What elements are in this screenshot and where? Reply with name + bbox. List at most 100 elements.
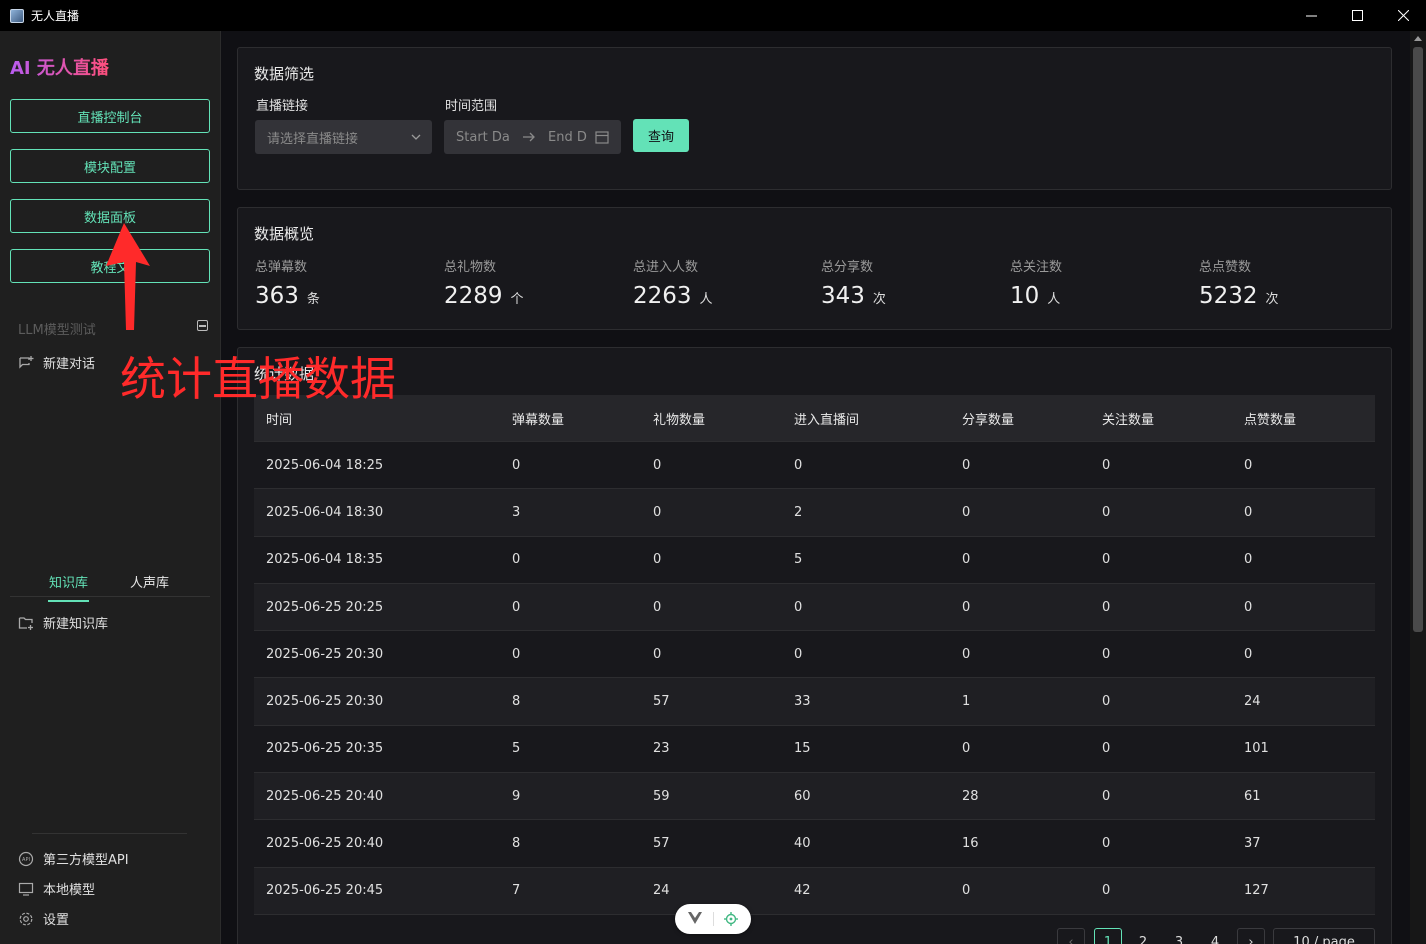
annotation-arrow bbox=[106, 223, 150, 330]
table-cell: 24 bbox=[1244, 694, 1261, 710]
page-button[interactable]: 4 bbox=[1201, 928, 1229, 944]
table-cell: 40 bbox=[794, 836, 811, 852]
live-link-select[interactable]: 请选择直播链接 bbox=[255, 120, 432, 154]
table-cell: 0 bbox=[1102, 741, 1111, 757]
tab-voice-library[interactable]: 人声库 bbox=[130, 572, 169, 591]
llm-section-title: LLM模型测试 bbox=[18, 323, 96, 338]
table-cell: 15 bbox=[794, 741, 811, 757]
table-row: 2025-06-25 20:30 0 0 0 0 0 0 bbox=[254, 631, 1375, 679]
column-header[interactable]: 时间 bbox=[266, 409, 292, 428]
table-cell: 0 bbox=[962, 741, 971, 757]
minimize-icon bbox=[1305, 15, 1317, 17]
table-cell: 0 bbox=[653, 457, 662, 473]
table-cell: 0 bbox=[962, 883, 971, 899]
sidebar-divider bbox=[32, 833, 187, 834]
stats-table-card: 统计数据 时间 弹幕数量 礼物数量 进入直播间 分享数量 关注数量 点赞数量 2… bbox=[237, 347, 1392, 944]
prev-page-button[interactable]: ‹ bbox=[1057, 928, 1085, 944]
annotation-text: 统计直播数据 bbox=[120, 352, 396, 406]
third-party-api-item[interactable]: API 第三方模型API bbox=[18, 849, 129, 868]
stat-value: 5232 bbox=[1199, 283, 1258, 309]
collapse-icon[interactable] bbox=[197, 320, 208, 331]
next-page-button[interactable]: › bbox=[1237, 928, 1265, 944]
devtools-divider bbox=[713, 912, 714, 926]
table-cell: 0 bbox=[1102, 457, 1111, 473]
close-button[interactable] bbox=[1380, 0, 1426, 31]
arrow-right-icon bbox=[523, 132, 535, 142]
app-icon bbox=[10, 8, 24, 23]
table-cell: 0 bbox=[512, 646, 521, 662]
column-header[interactable]: 关注数量 bbox=[1102, 409, 1154, 428]
table-cell: 0 bbox=[962, 552, 971, 568]
stats-table: 时间 弹幕数量 礼物数量 进入直播间 分享数量 关注数量 点赞数量 2025-0… bbox=[254, 395, 1375, 915]
brand-title: AI 无人直播 bbox=[10, 54, 109, 80]
table-cell: 0 bbox=[1102, 694, 1111, 710]
table-row: 2025-06-25 20:30 8 57 33 1 0 24 bbox=[254, 678, 1375, 726]
table-cell: 2025-06-04 18:25 bbox=[266, 457, 384, 473]
column-header[interactable]: 礼物数量 bbox=[653, 409, 705, 428]
nav-live-console-button[interactable]: 直播控制台 bbox=[10, 99, 210, 133]
third-party-api-label: 第三方模型API bbox=[43, 853, 129, 868]
start-date-input[interactable]: Start Da bbox=[456, 130, 510, 145]
stat-unit: 条 bbox=[306, 292, 320, 307]
close-icon bbox=[1397, 10, 1409, 21]
devtools-toggle[interactable] bbox=[675, 904, 751, 934]
page-button[interactable]: 1 bbox=[1094, 928, 1122, 944]
table-cell: 0 bbox=[653, 552, 662, 568]
page-size-select[interactable]: 10 / page bbox=[1273, 928, 1375, 944]
local-model-item[interactable]: 本地模型 bbox=[18, 879, 95, 898]
title-bar: 无人直播 bbox=[0, 0, 1426, 31]
time-range-label: 时间范围 bbox=[445, 99, 498, 114]
table-cell: 0 bbox=[1244, 552, 1253, 568]
table-cell: 0 bbox=[1244, 457, 1253, 473]
stat-follows: 总关注数 10 人 bbox=[1010, 256, 1062, 309]
table-row: 2025-06-25 20:35 5 23 15 0 0 101 bbox=[254, 725, 1375, 774]
maximize-button[interactable] bbox=[1334, 0, 1380, 31]
table-cell: 0 bbox=[1102, 504, 1111, 520]
stat-label: 总弹幕数 bbox=[255, 260, 308, 275]
filter-title: 数据筛选 bbox=[254, 65, 315, 83]
query-button[interactable]: 查询 bbox=[633, 119, 689, 152]
table-cell: 37 bbox=[1244, 836, 1261, 852]
table-cell: 101 bbox=[1244, 741, 1269, 757]
scroll-up-icon[interactable] bbox=[1414, 36, 1422, 41]
new-knowledge-base-button[interactable]: 新建知识库 bbox=[18, 613, 108, 632]
column-header[interactable]: 进入直播间 bbox=[794, 409, 859, 428]
new-chat-button[interactable]: 新建对话 bbox=[18, 353, 95, 372]
sidebar: AI 无人直播 直播控制台 模块配置 数据面板 教程文 LLM模型测试 新建对话… bbox=[0, 31, 221, 944]
table-cell: 127 bbox=[1244, 883, 1269, 899]
overview-card: 数据概览 总弹幕数 363 条 总礼物数 2289 个 总进入人数 2263 人 总分… bbox=[237, 207, 1392, 330]
chevron-down-icon bbox=[411, 134, 421, 140]
live-link-label: 直播链接 bbox=[256, 99, 309, 114]
table-row: 2025-06-04 18:35 0 0 5 0 0 0 bbox=[254, 536, 1375, 584]
table-cell: 8 bbox=[512, 694, 521, 710]
main-scrollbar[interactable] bbox=[1410, 31, 1426, 944]
table-row: 2025-06-04 18:25 0 0 0 0 0 0 bbox=[254, 442, 1375, 490]
column-header[interactable]: 弹幕数量 bbox=[512, 409, 564, 428]
stat-likes: 总点赞数 5232 次 bbox=[1199, 256, 1279, 309]
nav-module-config-button[interactable]: 模块配置 bbox=[10, 149, 210, 183]
new-chat-label: 新建对话 bbox=[43, 357, 96, 372]
scrollbar-thumb[interactable] bbox=[1413, 47, 1423, 632]
table-cell: 2025-06-04 18:35 bbox=[266, 552, 384, 568]
tab-knowledge-base[interactable]: 知识库 bbox=[47, 572, 90, 602]
table-cell: 16 bbox=[962, 836, 979, 852]
table-cell: 0 bbox=[1244, 646, 1253, 662]
column-header[interactable]: 点赞数量 bbox=[1244, 409, 1296, 428]
date-range-picker[interactable]: Start Da End D bbox=[444, 120, 621, 154]
stat-gifts: 总礼物数 2289 个 bbox=[444, 256, 524, 309]
stat-shares: 总分享数 343 次 bbox=[821, 256, 886, 309]
overview-title: 数据概览 bbox=[254, 225, 315, 243]
local-model-label: 本地模型 bbox=[43, 883, 96, 898]
end-date-input[interactable]: End D bbox=[548, 130, 587, 145]
stat-value: 343 bbox=[821, 283, 865, 309]
page-button[interactable]: 2 bbox=[1129, 928, 1157, 944]
column-header[interactable]: 分享数量 bbox=[962, 409, 1014, 428]
page-button[interactable]: 3 bbox=[1165, 928, 1193, 944]
table-cell: 2025-06-25 20:40 bbox=[266, 788, 384, 804]
settings-item[interactable]: 设置 bbox=[18, 909, 69, 928]
minimize-button[interactable] bbox=[1288, 0, 1334, 31]
table-cell: 1 bbox=[962, 694, 971, 710]
table-cell: 0 bbox=[1102, 788, 1111, 804]
table-cell: 0 bbox=[962, 457, 971, 473]
table-row: 2025-06-25 20:40 8 57 40 16 0 37 bbox=[254, 820, 1375, 868]
